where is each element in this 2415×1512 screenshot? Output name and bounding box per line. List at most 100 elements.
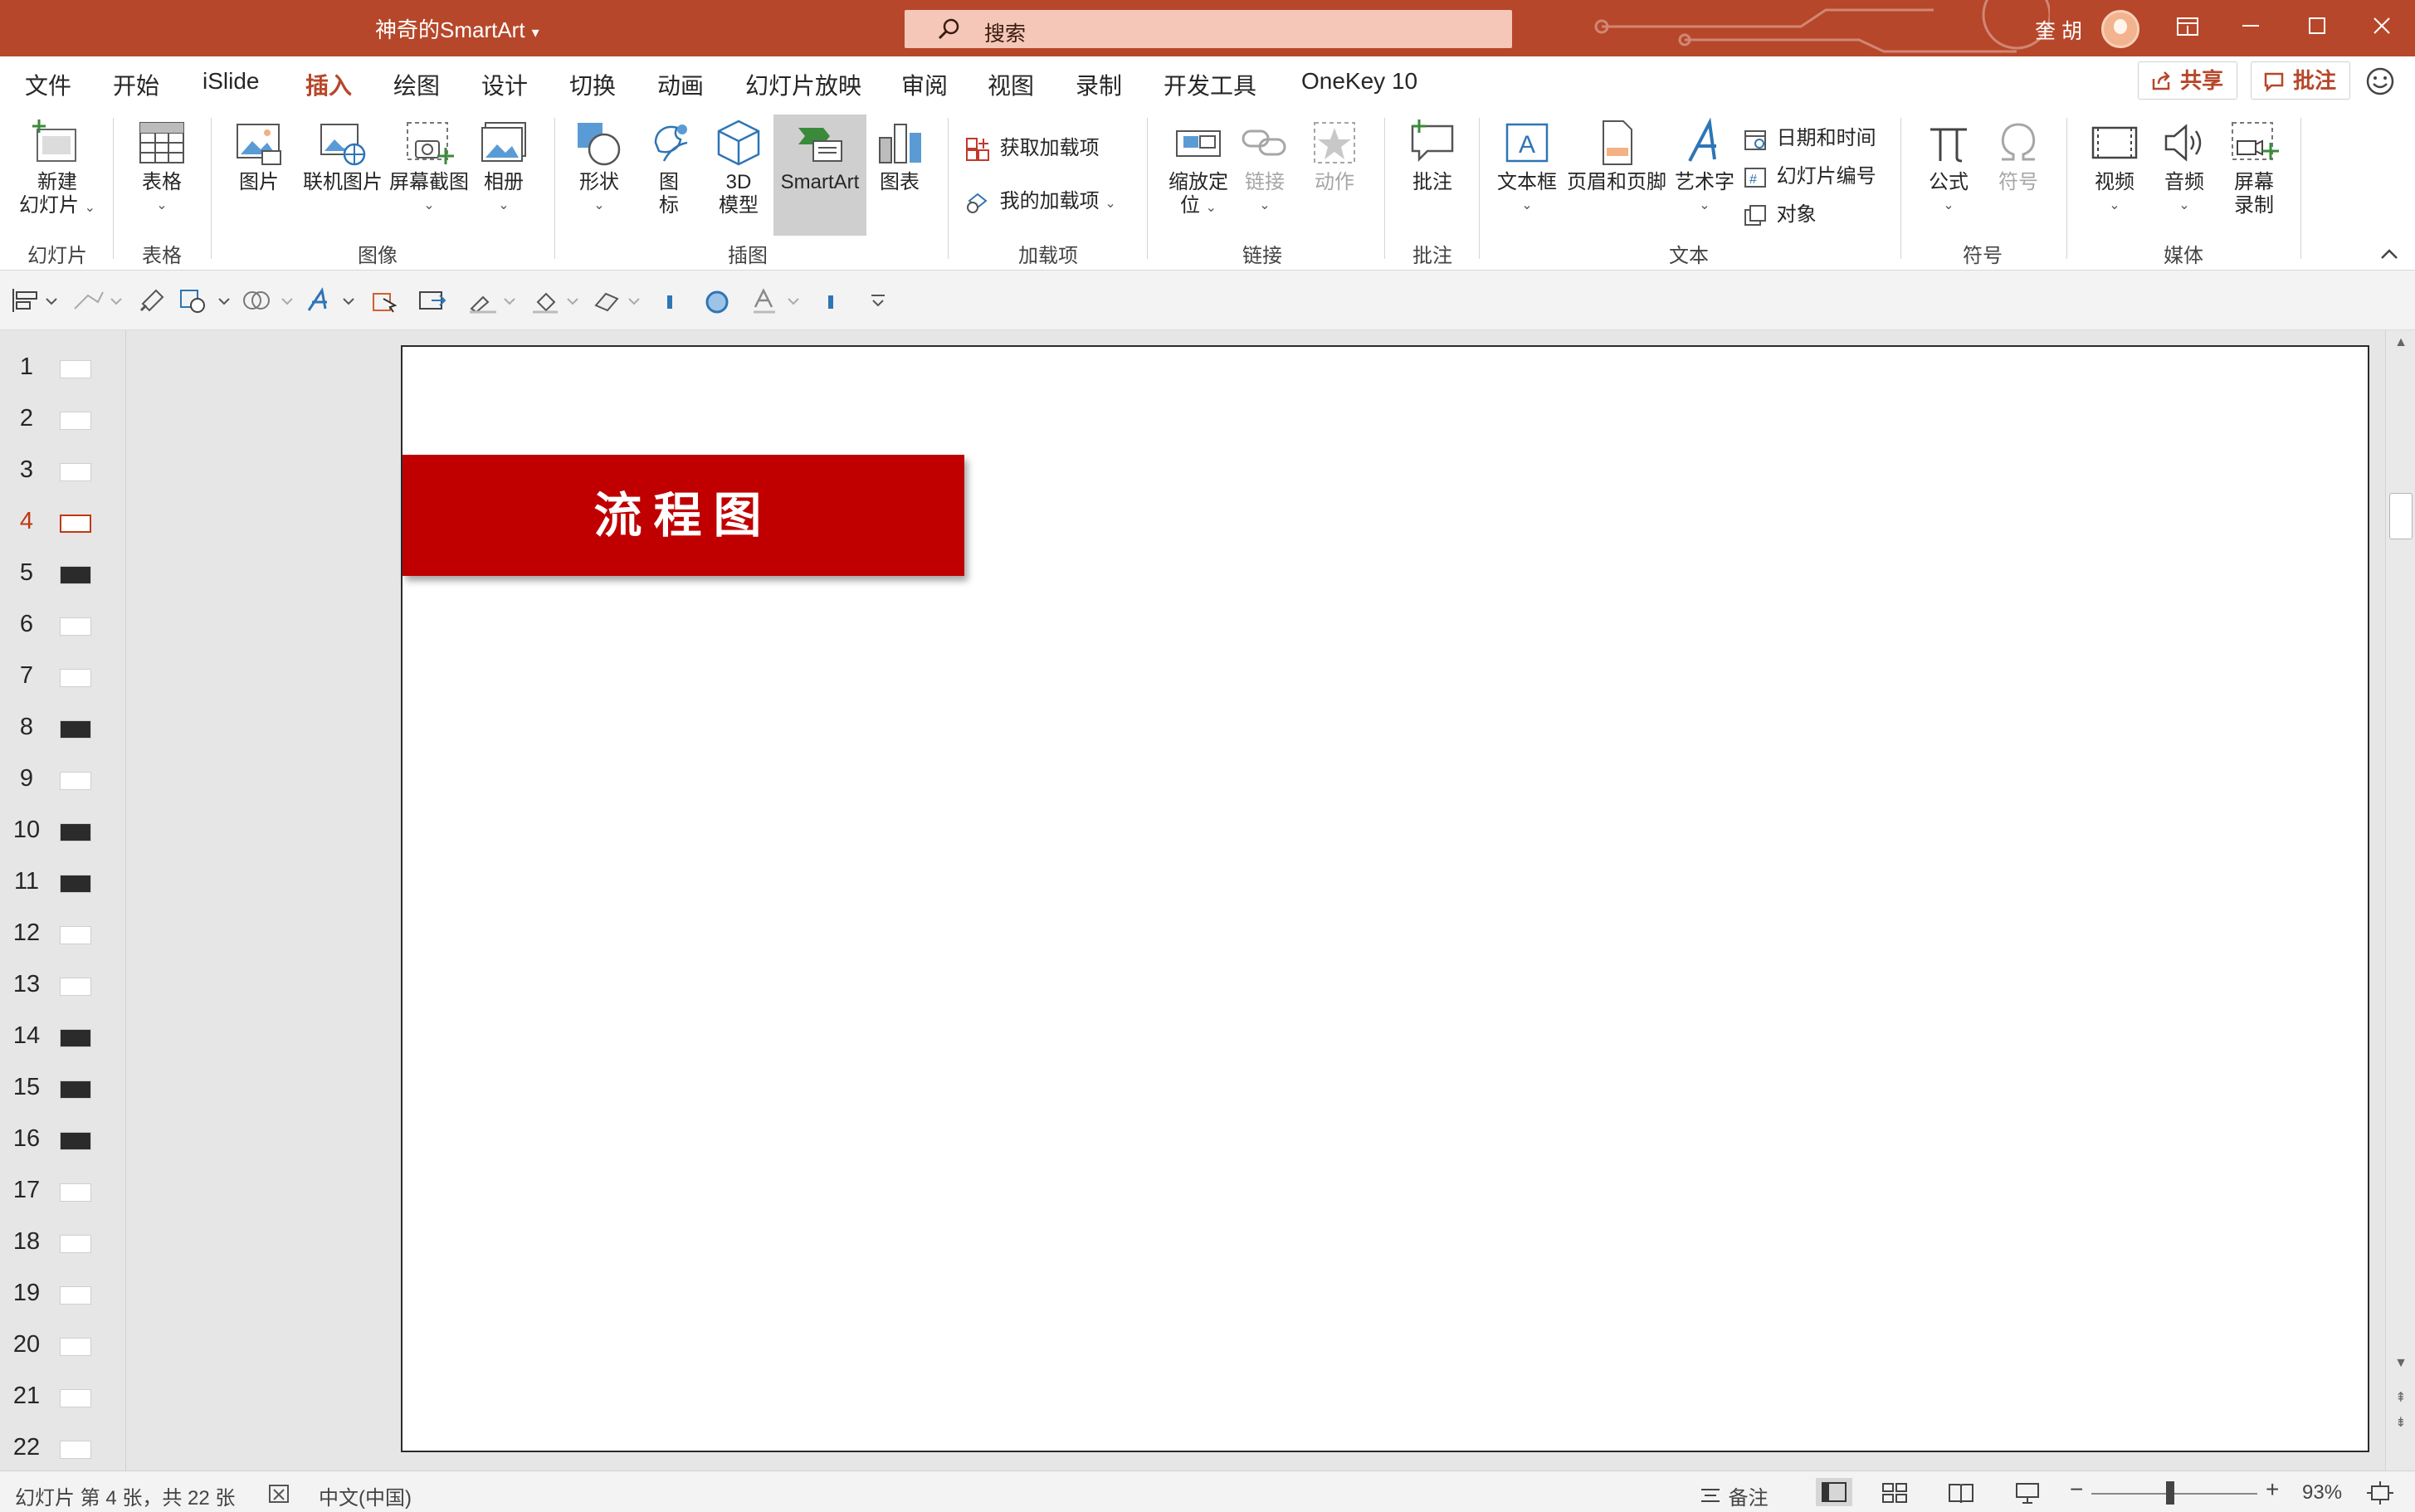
online-picture-button[interactable]: 联机图片 [297, 118, 388, 194]
zoom-slider-handle[interactable] [2166, 1481, 2174, 1505]
zoom-button[interactable]: 缩放定 位 ⌄ [1157, 118, 1240, 220]
screenshot-button[interactable]: 屏幕截图 ⌄ [383, 118, 475, 217]
pen-highlight-icon[interactable] [466, 287, 521, 314]
thumbnail-slide[interactable]: 18 [0, 1225, 126, 1258]
thumbnail-slide[interactable]: 7 [0, 659, 126, 692]
shape-fill-circle-icon[interactable] [702, 287, 732, 314]
thumbnail-slide[interactable]: 5 [0, 556, 126, 589]
fill-color-icon[interactable] [529, 287, 584, 314]
photo-album-button[interactable]: 相册 ⌄ [473, 118, 534, 217]
close-icon[interactable] [2365, 12, 2398, 45]
new-slide-button[interactable]: 新建 幻灯片 ⌄ [12, 118, 103, 220]
3d-models-button[interactable]: 3D 模型 [704, 118, 773, 217]
scrollbar-thumb[interactable] [2389, 493, 2413, 539]
thumbnail-slide[interactable]: 17 [0, 1173, 126, 1207]
picture-button[interactable]: 图片 [221, 118, 297, 194]
thumbnail-slide-active[interactable]: 4 [0, 505, 126, 538]
notes-button[interactable]: 备注 [1698, 1481, 1769, 1510]
crop-icon[interactable] [415, 287, 448, 314]
tab-design[interactable]: 设计 [481, 68, 528, 101]
thumbnail-slide[interactable]: 11 [0, 865, 126, 898]
slide-title-banner[interactable]: 流程图 [402, 455, 964, 576]
normal-view-button[interactable] [1816, 1478, 1852, 1506]
align-icon[interactable] [10, 287, 60, 314]
feedback-smiley-icon[interactable] [2365, 66, 2395, 96]
comment-insert-button[interactable]: 批注 [1399, 118, 1466, 194]
thumbnail-slide[interactable]: 13 [0, 968, 126, 1001]
search-input[interactable]: 搜索 [905, 10, 1512, 48]
screen-recording-button[interactable]: 屏幕 录制 [2221, 118, 2287, 217]
fit-to-window-icon[interactable] [2367, 1481, 2393, 1505]
scroll-up-icon[interactable]: ▲ [2393, 335, 2409, 352]
symbol-button[interactable]: 符号 [1985, 118, 2052, 194]
text-effects-icon[interactable] [304, 287, 359, 314]
thumbnail-slide[interactable]: 15 [0, 1071, 126, 1104]
previous-slide-icon[interactable]: ⇞ [2393, 1389, 2409, 1406]
user-name[interactable]: 奎 胡 [2035, 15, 2082, 45]
merge-shapes-icon[interactable] [241, 287, 295, 314]
shapes-button[interactable]: 形状 ⌄ [564, 118, 634, 217]
eraser-icon[interactable] [591, 287, 646, 314]
header-footer-button[interactable]: 页眉和页脚 [1564, 118, 1670, 194]
tab-islide[interactable]: iSlide [202, 68, 259, 95]
vertical-scrollbar[interactable]: ▲ ▼ ⇞ ⇟ [2385, 330, 2415, 1471]
action-button[interactable]: 动作 [1301, 118, 1368, 194]
get-addins-button[interactable]: 获取加载项 [964, 131, 1100, 163]
smartart-button[interactable]: SmartArt [773, 115, 866, 236]
thumbnail-slide[interactable]: 10 [0, 813, 126, 846]
thumbnail-slide[interactable]: 21 [0, 1379, 126, 1412]
thumbnail-slide[interactable]: 14 [0, 1019, 126, 1052]
slide-sorter-icon[interactable] [1881, 1481, 1909, 1505]
zoom-slider[interactable] [2091, 1493, 2257, 1495]
share-button[interactable]: 共享 [2138, 61, 2238, 100]
thumbnail-slide[interactable]: 3 [0, 453, 126, 486]
tab-record[interactable]: 录制 [1076, 68, 1122, 101]
reading-view-icon[interactable] [1947, 1481, 1975, 1505]
avatar[interactable] [2101, 10, 2139, 48]
line-weight-icon[interactable] [823, 287, 840, 314]
thumbnail-slide[interactable]: 8 [0, 710, 126, 744]
scroll-down-icon[interactable]: ▼ [2393, 1356, 2409, 1373]
chart-button[interactable]: 图表 [868, 118, 931, 194]
thumbnail-slide[interactable]: 20 [0, 1328, 126, 1361]
thumbnail-slide[interactable]: 1 [0, 350, 126, 383]
tab-developer[interactable]: 开发工具 [1164, 68, 1256, 101]
tab-review[interactable]: 审阅 [901, 68, 948, 101]
collapse-ribbon-icon[interactable] [2378, 246, 2400, 262]
audio-button[interactable]: 音频 ⌄ [2151, 118, 2217, 217]
format-painter-icon[interactable] [138, 287, 168, 314]
object-button[interactable]: 对象 [1743, 198, 1817, 228]
thumbnail-slide[interactable]: 2 [0, 402, 126, 435]
tab-home[interactable]: 开始 [113, 68, 159, 101]
tab-insert[interactable]: 插入 [305, 68, 353, 111]
tab-animations[interactable]: 动画 [657, 68, 704, 101]
tab-view[interactable]: 视图 [988, 68, 1034, 101]
zoom-level[interactable]: 93% [2302, 1481, 2342, 1505]
slide-number-button[interactable]: # 幻灯片编号 [1743, 159, 1876, 190]
customize-toolbar-icon[interactable] [868, 287, 888, 314]
thumbnail-slide[interactable]: 16 [0, 1122, 126, 1155]
comments-button[interactable]: 批注 [2251, 61, 2351, 100]
slideshow-icon[interactable] [2013, 1481, 2042, 1505]
maximize-icon[interactable] [2300, 12, 2334, 45]
line-weight-icon[interactable] [662, 287, 679, 314]
edit-shape-icon[interactable] [70, 287, 124, 314]
wordart-button[interactable]: 艺术字 ⌄ [1671, 118, 1738, 217]
date-time-button[interactable]: 日期和时间 [1743, 121, 1876, 152]
equation-button[interactable]: 公式 ⌄ [1914, 118, 1983, 217]
my-addins-button[interactable]: 我的加载项 ⌄ [964, 184, 1116, 216]
thumbnail-slide[interactable]: 6 [0, 607, 126, 641]
tab-draw[interactable]: 绘图 [393, 68, 440, 101]
font-color-icon[interactable] [750, 287, 805, 314]
spellcheck-icon[interactable] [267, 1483, 292, 1505]
textbox-button[interactable]: A 文本框 ⌄ [1492, 118, 1562, 217]
zoom-out-icon[interactable]: − [2070, 1476, 2083, 1503]
current-slide[interactable]: 流程图 [401, 345, 2369, 1452]
table-button[interactable]: 表格 ⌄ [124, 118, 199, 217]
video-button[interactable]: 视频 ⌄ [2080, 118, 2149, 217]
minimize-icon[interactable] [2234, 12, 2267, 45]
tab-onekey[interactable]: OneKey 10 [1301, 68, 1417, 95]
tab-slideshow[interactable]: 幻灯片放映 [745, 68, 861, 101]
thumbnail-slide[interactable]: 19 [0, 1276, 126, 1310]
tab-transitions[interactable]: 切换 [569, 68, 616, 101]
